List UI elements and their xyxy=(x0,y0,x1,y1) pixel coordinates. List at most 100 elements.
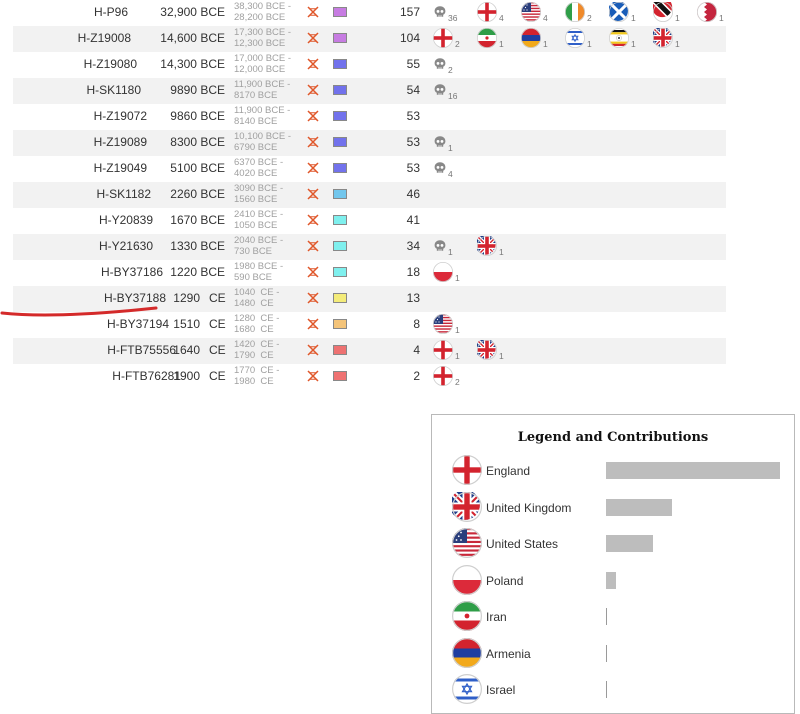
tester-count: 46 xyxy=(406,187,420,201)
haplogroup-link[interactable]: H-SK1180 xyxy=(87,83,141,97)
era-label: CE xyxy=(209,317,226,331)
haplogroup-link[interactable]: H-FTB75556 xyxy=(107,343,176,357)
legend-country-name: United Kingdom xyxy=(486,500,572,515)
haplogroup-link[interactable]: H-Y20839 xyxy=(99,213,153,227)
table-row[interactable]: H-Z19089 8300 BCE 10,100 BCE -6790 BCE 53 1 xyxy=(13,130,726,156)
count-label: 4 xyxy=(543,13,548,23)
haplogroup-link[interactable]: H-Z19080 xyxy=(84,57,137,71)
count-label: 1 xyxy=(455,273,460,283)
count-label: 1 xyxy=(543,39,548,49)
legend-country-name: Iran xyxy=(486,610,507,624)
tmrca-year: 32,900 BCE xyxy=(160,5,225,19)
tester-count: 53 xyxy=(406,161,420,175)
tmrca-year: 1670 BCE xyxy=(170,213,225,227)
age-color-swatch xyxy=(333,293,347,303)
table-row[interactable]: H-Z19080 14,300 BCE 17,000 BCE -12,000 BCE… xyxy=(13,52,726,78)
haplogroup-link[interactable]: H-BY37188 xyxy=(104,291,166,305)
dna-icon[interactable] xyxy=(306,109,320,123)
count-label: 16 xyxy=(448,91,458,101)
table-row[interactable]: H-FTB75556 1640 CE 1420 CE -1790 CE 4 1 1 xyxy=(13,338,726,364)
dna-icon[interactable] xyxy=(306,187,320,201)
confidence-interval: 38,300 BCE -28,200 BCE xyxy=(234,1,291,23)
count-label: 1 xyxy=(448,247,453,257)
tester-count: 18 xyxy=(406,265,420,279)
tester-count: 53 xyxy=(406,109,420,123)
dna-icon[interactable] xyxy=(306,213,320,227)
confidence-interval: 17,000 BCE -12,000 BCE xyxy=(234,53,291,75)
count-label: 2 xyxy=(455,39,460,49)
confidence-interval-line: 1770 CE - xyxy=(234,365,280,376)
england-flag-icon xyxy=(432,365,454,387)
dna-icon[interactable] xyxy=(306,135,320,149)
count-label: 1 xyxy=(499,39,504,49)
confidence-interval-line: 11,900 BCE - xyxy=(234,105,291,116)
tmrca-year: 1220 BCE xyxy=(170,265,225,279)
tester-count: 8 xyxy=(413,317,420,331)
haplogroup-link[interactable]: H-SK1182 xyxy=(97,187,151,201)
haplogroup-link[interactable]: H-P96 xyxy=(94,5,128,19)
legend-item: Israel xyxy=(451,673,792,710)
count-label: 4 xyxy=(448,169,453,179)
haplogroup-link[interactable]: H-Y21630 xyxy=(99,239,153,253)
table-row[interactable]: H-Z19049 5100 BCE 6370 BCE -4020 BCE 53 4 xyxy=(13,156,726,182)
haplogroup-link[interactable]: H-Z19049 xyxy=(94,161,147,175)
israel-flag-icon xyxy=(564,27,586,49)
table-row[interactable]: H-BY37186 1220 BCE 1980 BCE -590 BCE 18 1 xyxy=(13,260,726,286)
haplogroup-link[interactable]: H-Z19072 xyxy=(94,109,147,123)
table-row[interactable]: H-Z19072 9860 BCE 11,900 BCE -8140 BCE 53 xyxy=(13,104,726,130)
count-label: 1 xyxy=(675,13,680,23)
age-color-swatch xyxy=(333,215,347,225)
dna-icon[interactable] xyxy=(306,239,320,253)
dna-icon[interactable] xyxy=(306,161,320,175)
dna-icon[interactable] xyxy=(306,5,320,19)
confidence-interval: 11,900 BCE -8170 BCE xyxy=(234,79,290,101)
dna-icon[interactable] xyxy=(306,317,320,331)
confidence-interval-line: 12,300 BCE xyxy=(234,38,286,49)
table-row[interactable]: H-Z19008 14,600 BCE 17,300 BCE -12,300 BCE… xyxy=(13,26,726,52)
dna-icon[interactable] xyxy=(306,369,320,383)
table-row[interactable]: H-SK1182 2260 BCE 3090 BCE -1560 BCE 46 xyxy=(13,182,726,208)
haplogroup-link[interactable]: H-Z19008 xyxy=(78,31,131,45)
tmrca-year: 14,600 BCE xyxy=(160,31,225,45)
haplogroup-link[interactable]: H-BY37186 xyxy=(101,265,163,279)
confidence-interval-line: 6790 BCE xyxy=(234,142,278,153)
confidence-interval-line: 1980 CE xyxy=(234,376,274,387)
contribution-bar xyxy=(606,462,780,479)
confidence-interval-line: 1790 CE xyxy=(234,350,274,361)
legend-item: Poland xyxy=(451,564,792,601)
tester-count: 4 xyxy=(413,343,420,357)
dna-icon[interactable] xyxy=(306,31,320,45)
tmrca-year: 9860 BCE xyxy=(170,109,225,123)
age-color-swatch xyxy=(333,241,347,251)
united-kingdom-flag-icon xyxy=(653,28,673,48)
confidence-interval-line: 8170 BCE xyxy=(234,90,278,101)
dna-icon[interactable] xyxy=(306,57,320,71)
tmrca-year: 2260 BCE xyxy=(170,187,225,201)
dna-icon[interactable] xyxy=(306,265,320,279)
red-underline-annotation xyxy=(0,306,158,317)
contribution-bar xyxy=(606,681,607,698)
skull-icon xyxy=(433,5,447,19)
bahrain-flag-icon xyxy=(696,1,718,23)
dna-icon[interactable] xyxy=(306,343,320,357)
legend-country-name: Israel xyxy=(486,683,516,697)
skull-icon xyxy=(433,135,447,149)
table-row[interactable]: H-SK1180 9890 BCE 11,900 BCE -8170 BCE 54 16 xyxy=(13,78,726,104)
contribution-bar xyxy=(606,608,607,625)
age-color-swatch xyxy=(333,189,347,199)
table-row[interactable]: H-FTB76281 1900 CE 1770 CE -1980 CE 2 2 xyxy=(13,364,726,390)
haplogroup-link[interactable]: H-Z19089 xyxy=(94,135,147,149)
confidence-interval-line: 8140 BCE xyxy=(234,116,278,127)
legend-country-name: Armenia xyxy=(486,646,531,661)
contribution-bar xyxy=(606,571,616,589)
table-row[interactable]: H-Y20839 1670 BCE 2410 BCE -1050 BCE 41 xyxy=(13,208,726,234)
dna-icon[interactable] xyxy=(306,83,320,97)
haplogroup-link[interactable]: H-FTB76281 xyxy=(112,369,181,383)
iran-flag-icon xyxy=(451,600,483,632)
tmrca-year: 1510 xyxy=(173,317,200,331)
tmrca-year: 1640 xyxy=(173,343,200,357)
table-row[interactable]: H-Y21630 1330 BCE 2040 BCE -730 BCE 34 1 1 xyxy=(13,234,726,260)
table-row[interactable]: H-P96 32,900 BCE 38,300 BCE -28,200 BCE 157… xyxy=(13,0,726,26)
contribution-bar xyxy=(606,498,672,516)
dna-icon[interactable] xyxy=(306,291,320,305)
